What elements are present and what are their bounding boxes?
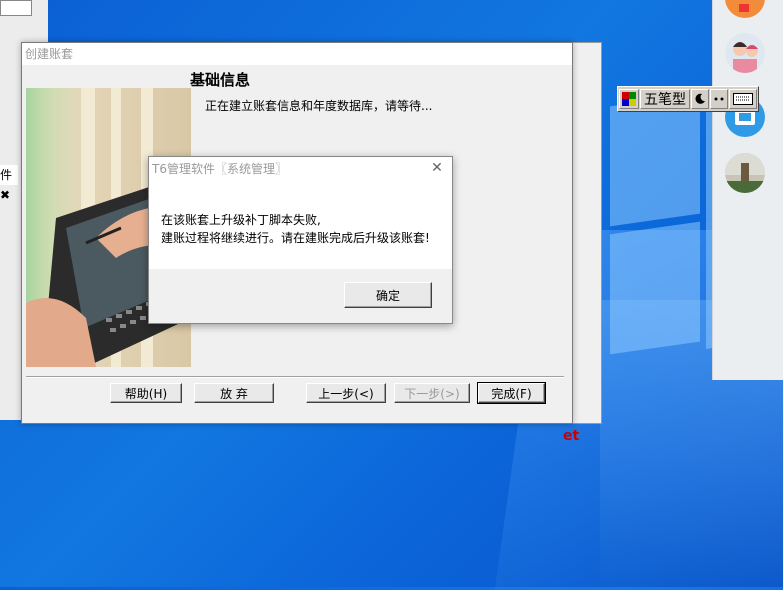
dots-icon[interactable]	[710, 89, 728, 109]
keyboard-icon[interactable]	[729, 89, 757, 109]
ime-toolbar[interactable]: 五笔型	[617, 86, 759, 112]
moon-icon[interactable]	[691, 89, 709, 109]
badge-icon	[739, 4, 749, 12]
background-window-field	[0, 0, 32, 16]
button-separator	[26, 376, 564, 378]
close-icon[interactable]: ✕	[430, 161, 444, 175]
chat-contact-panel[interactable]: 湃 [零 漫 王 扌 扌	[712, 0, 783, 380]
abandon-button[interactable]: 放 弃	[194, 383, 274, 403]
status-text: 正在建立账套信息和年度数据库，请等待...	[205, 99, 433, 113]
previous-step-button[interactable]: 上一步(<)	[306, 383, 386, 403]
avatar	[725, 153, 765, 193]
message-body: 在该账套上升级补丁脚本失败, 建账过程将继续进行。请在建账完成后升级该账套!	[149, 181, 452, 269]
ok-button[interactable]: 确定	[344, 282, 432, 308]
message-box-title: T6管理软件〖系统管理〗	[149, 157, 452, 181]
ime-mode-label[interactable]: 五笔型	[640, 89, 690, 109]
page-heading: 基础信息	[190, 71, 251, 89]
upgrade-failed-message-box[interactable]: T6管理软件〖系统管理〗 ✕ 在该账套上升级补丁脚本失败, 建账过程将继续进行。…	[148, 156, 453, 324]
message-line: 在该账套上升级补丁脚本失败,	[161, 213, 321, 227]
next-step-button[interactable]: 下一步(>)	[394, 383, 470, 403]
help-button[interactable]: 帮助(H)	[110, 383, 182, 403]
background-window-tab[interactable]: 件 ✖	[0, 165, 18, 202]
message-line: 建账过程将继续进行。请在建账完成后升级该账套!	[161, 231, 430, 245]
ime-logo-icon[interactable]	[619, 89, 639, 109]
dialog-title: 创建账套	[22, 43, 572, 65]
avatar	[725, 33, 765, 73]
brand-logo: et	[563, 428, 580, 444]
finish-button[interactable]: 完成(F)	[477, 382, 546, 404]
